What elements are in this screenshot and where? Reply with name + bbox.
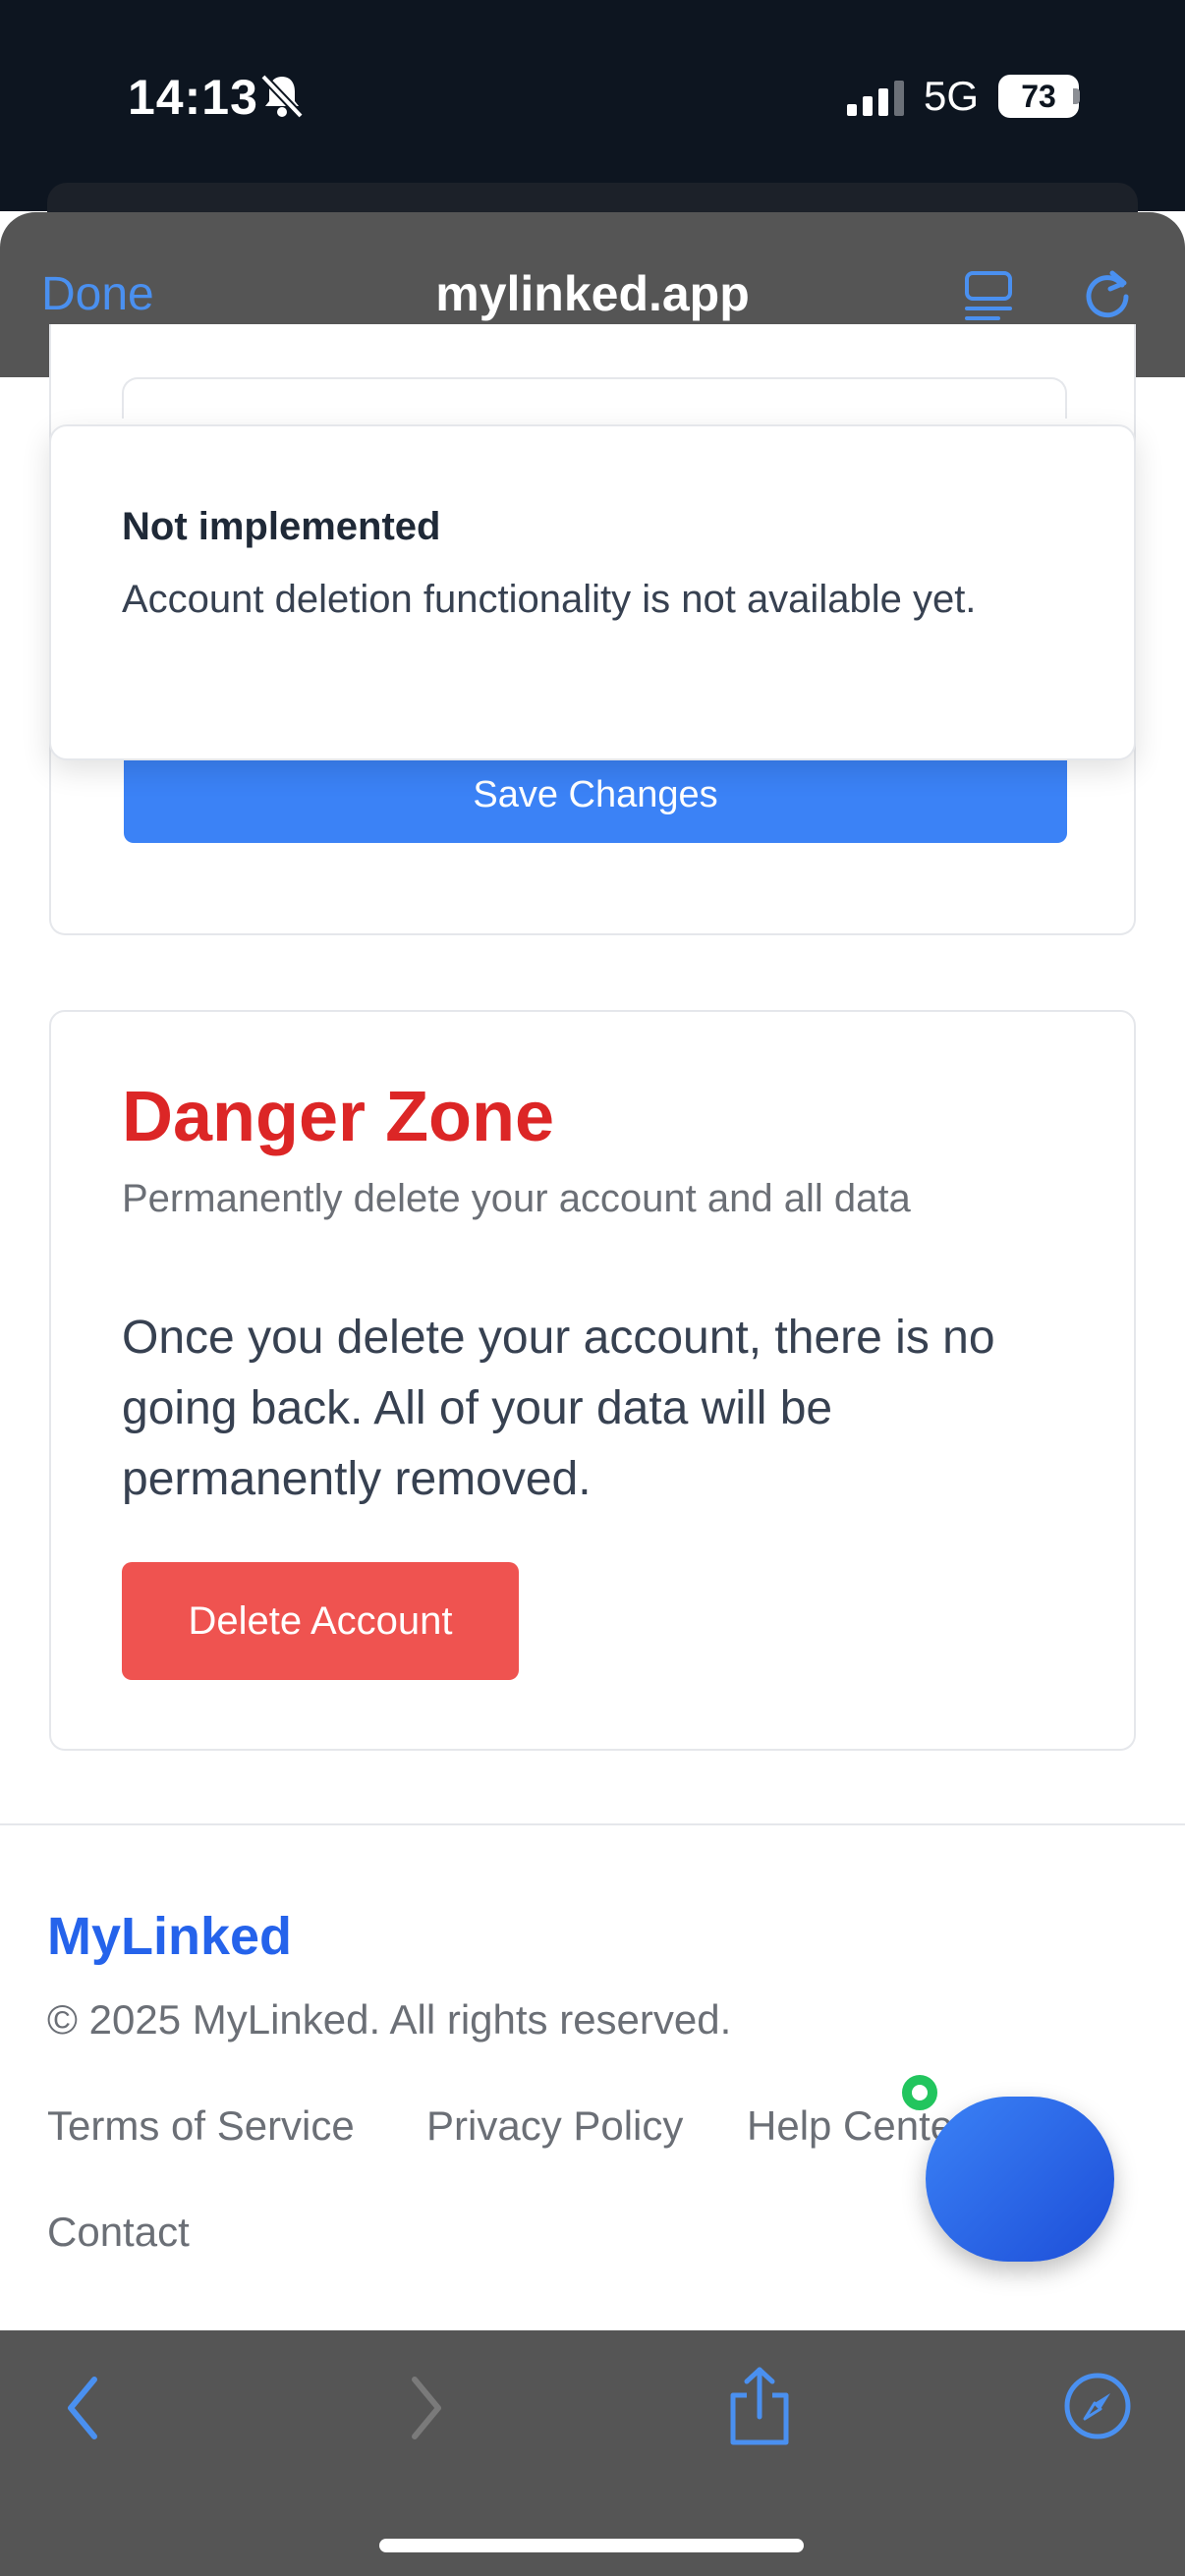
footer-copyright: © 2025 MyLinked. All rights reserved.: [47, 1996, 732, 2043]
danger-zone-card: Danger Zone Permanently delete your acco…: [49, 1010, 1136, 1751]
battery-icon: 73: [998, 75, 1079, 118]
terms-of-service-link[interactable]: Terms of Service: [47, 2102, 355, 2150]
home-indicator[interactable]: [379, 2539, 804, 2552]
network-label: 5G: [924, 73, 980, 119]
privacy-policy-link[interactable]: Privacy Policy: [426, 2102, 683, 2150]
signal-icon: [847, 81, 904, 116]
online-status-dot: [902, 2075, 937, 2110]
reload-icon[interactable]: [1079, 265, 1136, 322]
share-icon[interactable]: [727, 2366, 792, 2446]
status-time: 14:13: [128, 70, 258, 125]
toast-title: Not implemented: [122, 505, 441, 548]
compass-icon[interactable]: [1063, 2372, 1132, 2440]
toast-notification: Not implemented Account deletion functio…: [49, 424, 1136, 760]
chat-button[interactable]: [926, 2097, 1114, 2262]
danger-zone-title: Danger Zone: [122, 1078, 555, 1156]
danger-zone-subtitle: Permanently delete your account and all …: [122, 1177, 911, 1220]
battery-tip: [1073, 88, 1080, 104]
contact-link[interactable]: Contact: [47, 2209, 190, 2256]
footer-divider: [0, 1823, 1185, 1825]
form-input[interactable]: [122, 377, 1067, 419]
save-changes-button[interactable]: Save Changes: [124, 747, 1067, 843]
toast-message: Account deletion functionality is not av…: [122, 578, 977, 621]
danger-zone-warning: Once you delete your account, there is n…: [122, 1312, 995, 1505]
reader-icon[interactable]: [963, 267, 1014, 322]
back-icon[interactable]: [63, 2374, 102, 2442]
status-bar: 14:13 5G 73: [0, 0, 1185, 242]
footer-brand[interactable]: MyLinked: [47, 1906, 292, 1967]
forward-icon[interactable]: [407, 2374, 446, 2442]
delete-account-button[interactable]: Delete Account: [122, 1562, 519, 1680]
bell-slash-icon: [260, 74, 304, 119]
